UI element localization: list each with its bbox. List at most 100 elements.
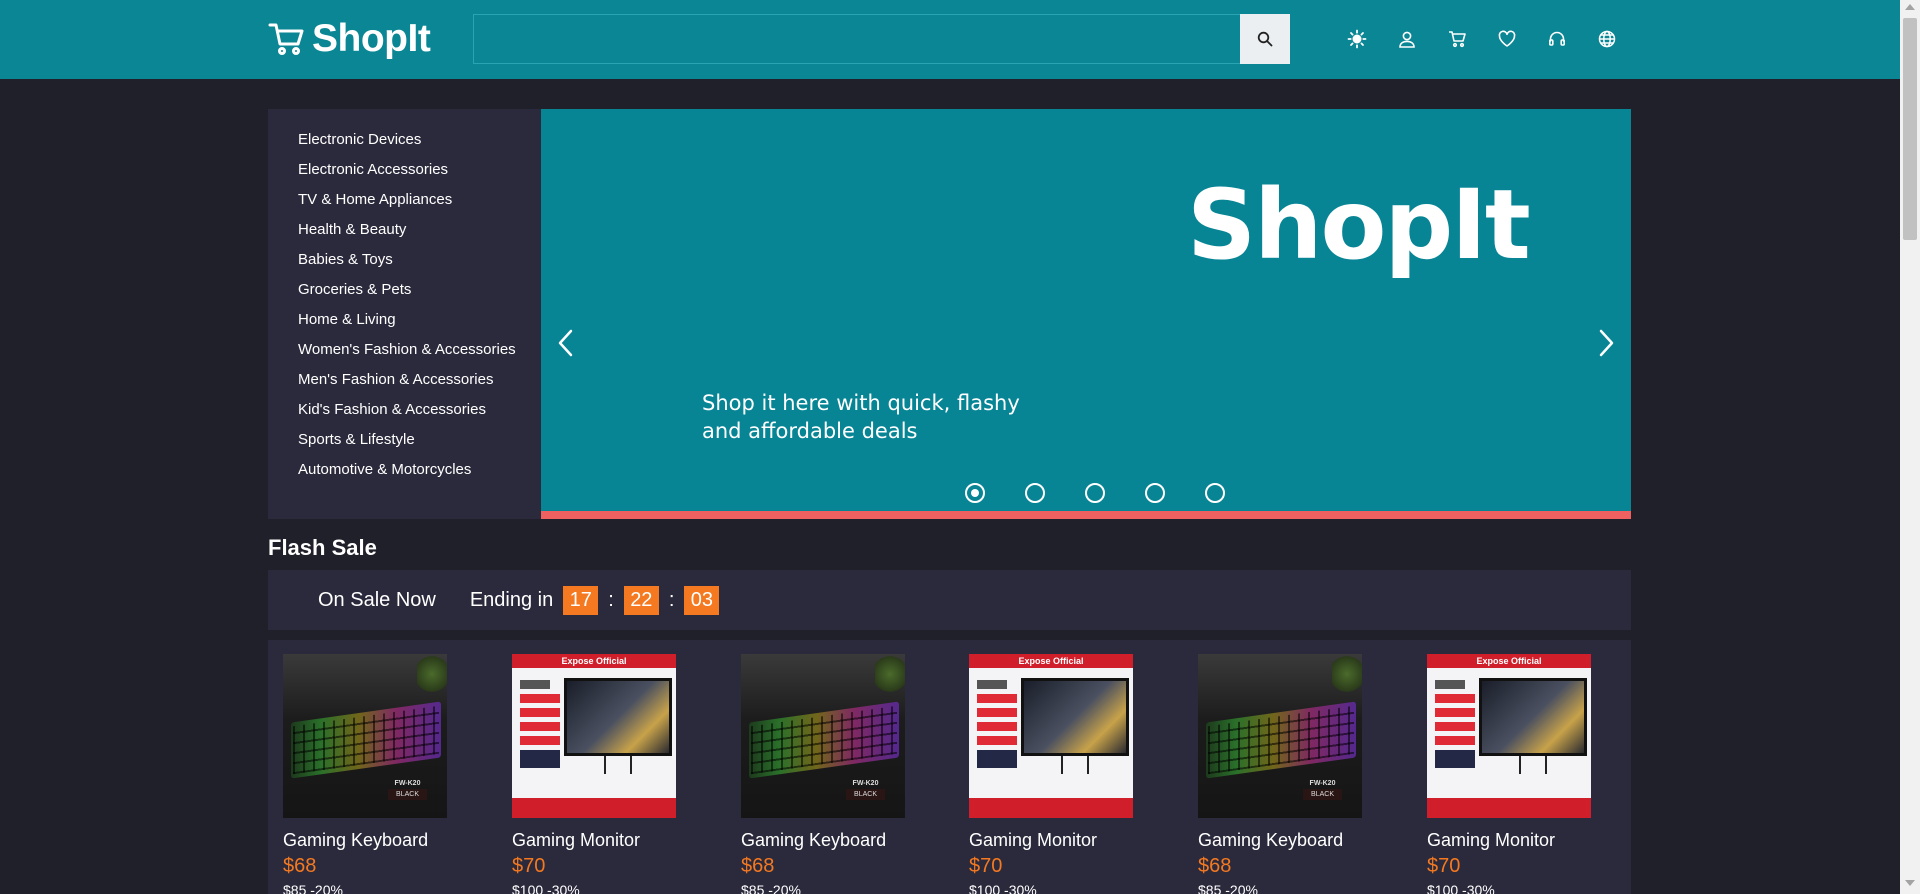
carousel-dot-1[interactable] (965, 483, 985, 503)
banner-title: ShopIt (1187, 169, 1531, 281)
category-automotive[interactable]: Automotive & Motorcycles (268, 455, 541, 485)
monitor-specs (977, 680, 1017, 773)
countdown-separator: : (668, 588, 675, 611)
sun-icon (1347, 29, 1367, 49)
chevron-right-icon (1599, 329, 1614, 357)
search-button[interactable] (1240, 14, 1290, 64)
logo-text: ShopIt (312, 17, 431, 60)
search-input[interactable] (474, 15, 1289, 63)
cart-button[interactable] (1442, 24, 1472, 54)
carousel-next-button[interactable] (1591, 323, 1621, 363)
countdown-minutes: 22 (623, 585, 659, 615)
heart-icon (1498, 30, 1516, 47)
category-mens-fashion[interactable]: Men's Fashion & Accessories (268, 365, 541, 395)
monitor-banner: Expose Official (969, 654, 1133, 668)
product-card[interactable]: FW-K20 BLACK Gaming Keyboard $68 $85 -20% (741, 654, 921, 894)
carousel-dot-5[interactable] (1205, 483, 1225, 503)
cart-icon (268, 23, 304, 55)
category-electronic-accessories[interactable]: Electronic Accessories (268, 155, 541, 185)
monitor-screen (564, 678, 672, 756)
product-name[interactable]: Gaming Monitor (969, 830, 1149, 851)
banner-subtitle: Shop it here with quick, flashy and affo… (702, 391, 1020, 443)
category-sports-lifestyle[interactable]: Sports & Lifestyle (268, 425, 541, 455)
product-name[interactable]: Gaming Keyboard (283, 830, 463, 851)
product-price: $70 (1427, 855, 1461, 877)
monitor-stand (1061, 756, 1089, 774)
product-name[interactable]: Gaming Monitor (512, 830, 692, 851)
product-card[interactable]: Expose Official Gaming Monitor $70 $100 … (512, 654, 692, 894)
carousel-dot-4[interactable] (1145, 483, 1165, 503)
category-tv-home-appliances[interactable]: TV & Home Appliances (268, 185, 541, 215)
product-card[interactable]: Expose Official Gaming Monitor $70 $100 … (1427, 654, 1607, 894)
keyboard-label: FW-K20 BLACK (1303, 780, 1342, 800)
globe-icon (1598, 30, 1616, 48)
flash-sale-bar: On Sale Now Ending in 17 : 22 : 03 (268, 570, 1631, 630)
product-name[interactable]: Gaming Monitor (1427, 830, 1607, 851)
product-old-price: $85 -20% (283, 882, 343, 894)
category-groceries-pets[interactable]: Groceries & Pets (268, 275, 541, 305)
logo[interactable]: ShopIt (268, 14, 431, 64)
account-button[interactable] (1392, 24, 1422, 54)
product-card[interactable]: FW-K20 BLACK Gaming Keyboard $68 $85 -20% (283, 654, 463, 894)
monitor-screen (1021, 678, 1129, 756)
support-button[interactable] (1542, 24, 1572, 54)
product-image-monitor[interactable]: Expose Official (969, 654, 1133, 818)
product-image-keyboard[interactable]: FW-K20 BLACK (741, 654, 905, 818)
chevron-left-icon (558, 329, 573, 357)
product-name[interactable]: Gaming Keyboard (741, 830, 921, 851)
keyboard-keys (293, 705, 439, 775)
banner-progress-bar (541, 511, 1631, 519)
category-kids-fashion[interactable]: Kid's Fashion & Accessories (268, 395, 541, 425)
plant-decoration (875, 654, 905, 694)
product-old-price: $100 -30% (1427, 882, 1495, 894)
search-box (473, 14, 1290, 64)
product-image-monitor[interactable]: Expose Official (512, 654, 676, 818)
header: ShopIt (0, 0, 1900, 79)
monitor-banner: Expose Official (1427, 654, 1591, 668)
product-card[interactable]: FW-K20 BLACK Gaming Keyboard $68 $85 -20% (1198, 654, 1378, 894)
headset-icon (1548, 31, 1565, 46)
product-price: $68 (741, 855, 775, 877)
category-home-living[interactable]: Home & Living (268, 305, 541, 335)
flash-sale-products: FW-K20 BLACK Gaming Keyboard $68 $85 -20%… (268, 640, 1631, 894)
monitor-stand (604, 756, 632, 774)
countdown-seconds: 03 (684, 585, 720, 615)
product-image-keyboard[interactable]: FW-K20 BLACK (283, 654, 447, 818)
theme-toggle[interactable] (1342, 24, 1372, 54)
product-name[interactable]: Gaming Keyboard (1198, 830, 1378, 851)
plant-decoration (1332, 654, 1362, 694)
scroll-down-icon[interactable] (1905, 880, 1915, 886)
carousel-dot-2[interactable] (1025, 483, 1045, 503)
cart-icon (1449, 31, 1466, 48)
monitor-footer (969, 798, 1133, 818)
product-old-price: $85 -20% (741, 882, 801, 894)
product-price: $68 (1198, 855, 1232, 877)
monitor-specs (520, 680, 560, 773)
monitor-specs (1435, 680, 1475, 773)
countdown-separator: : (608, 588, 614, 611)
carousel-dot-3[interactable] (1085, 483, 1105, 503)
language-button[interactable] (1592, 24, 1622, 54)
category-sidebar: Electronic Devices Electronic Accessorie… (268, 109, 541, 519)
keyboard-keys (751, 705, 897, 775)
category-babies-toys[interactable]: Babies & Toys (268, 245, 541, 275)
monitor-screen (1479, 678, 1587, 756)
scrollbar-thumb[interactable] (1903, 18, 1917, 240)
carousel-prev-button[interactable] (551, 323, 581, 363)
carousel-dots (965, 483, 1265, 503)
product-image-monitor[interactable]: Expose Official (1427, 654, 1591, 818)
header-icons (1342, 24, 1642, 54)
category-health-beauty[interactable]: Health & Beauty (268, 215, 541, 245)
category-electronic-devices[interactable]: Electronic Devices (268, 125, 541, 155)
ending-label: Ending in (469, 588, 554, 611)
search-icon (1257, 31, 1273, 47)
wishlist-button[interactable] (1492, 24, 1522, 54)
category-womens-fashion[interactable]: Women's Fashion & Accessories (268, 335, 541, 365)
product-card[interactable]: Expose Official Gaming Monitor $70 $100 … (969, 654, 1149, 894)
product-old-price: $100 -30% (969, 882, 1037, 894)
monitor-footer (1427, 798, 1591, 818)
product-image-keyboard[interactable]: FW-K20 BLACK (1198, 654, 1362, 818)
scroll-up-icon[interactable] (1905, 4, 1915, 10)
keyboard-keys (1208, 705, 1354, 775)
product-price: $70 (512, 855, 546, 877)
